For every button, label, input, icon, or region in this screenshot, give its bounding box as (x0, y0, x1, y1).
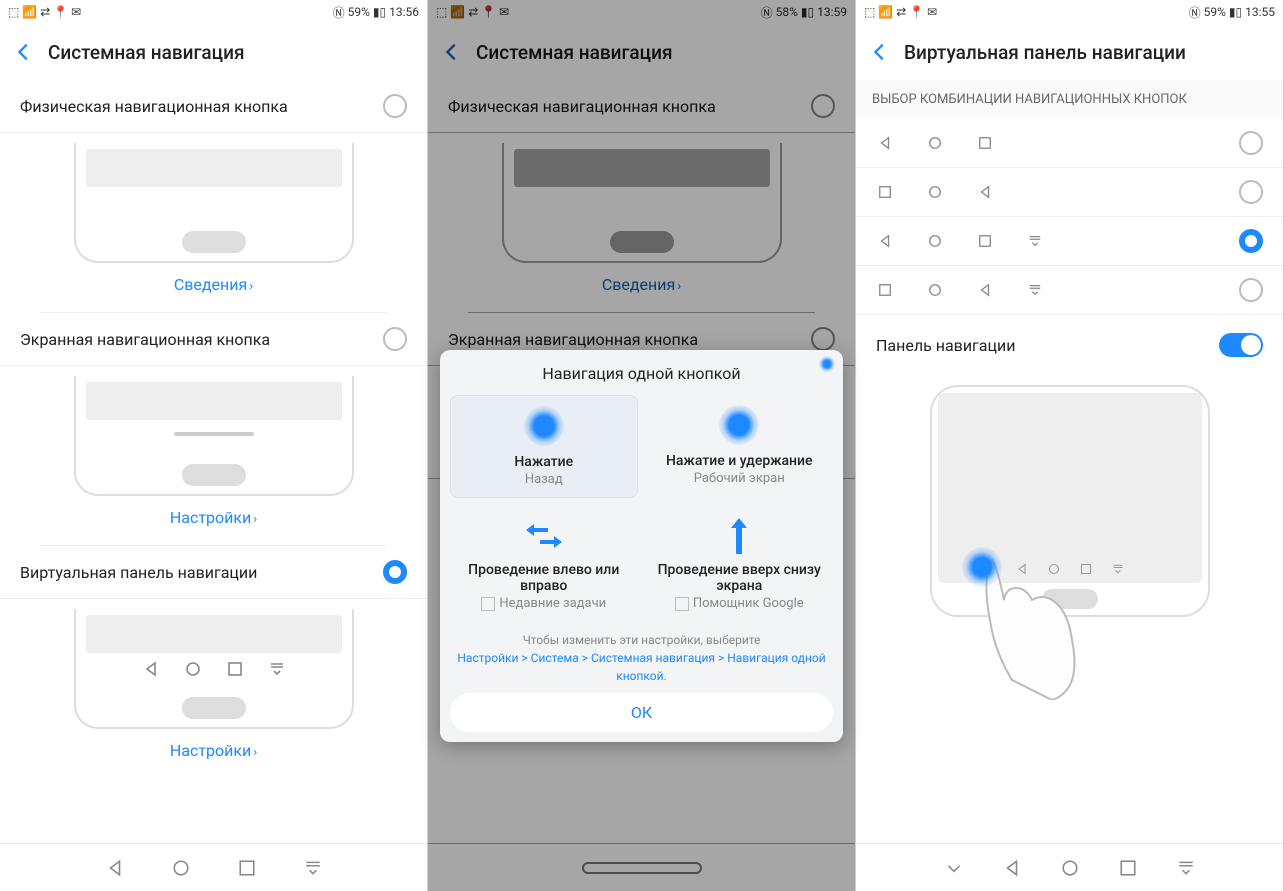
dropdown-nav-icon[interactable] (1177, 859, 1195, 877)
header: Системная навигация (0, 24, 427, 80)
recent-nav-icon (227, 661, 243, 677)
back-button[interactable] (12, 40, 36, 64)
radio-unselected[interactable] (383, 94, 407, 118)
status-bar: ⬚ 📶 ⇄ 📍 ✉ Ⓝ 59% ▮▯ 13:55 (856, 0, 1283, 24)
radio-selected[interactable] (383, 560, 407, 584)
settings-link[interactable]: Настройки› (40, 729, 387, 778)
radio-selected[interactable] (1239, 229, 1263, 253)
nfc-icon: Ⓝ (333, 4, 345, 21)
radio-unselected[interactable] (1239, 131, 1263, 155)
page-title: Системная навигация (48, 41, 244, 64)
option-physical-nav[interactable]: Физическая навигационная кнопка (0, 80, 427, 133)
section-header: ВЫБОР КОМБИНАЦИИ НАВИГАЦИОННЫХ КНОПОК (856, 80, 1283, 119)
recent-nav-icon[interactable] (1119, 859, 1137, 877)
content: Физическая навигационная кнопка Сведения… (0, 80, 427, 843)
radio-unselected[interactable] (383, 327, 407, 351)
settings-link[interactable]: Настройки› (40, 496, 387, 546)
content: Панель навигации (856, 119, 1283, 843)
system-nav-bar (0, 843, 427, 891)
battery-icon: ▮▯ (373, 5, 386, 19)
nav-panel-toggle-row: Панель навигации (856, 315, 1283, 375)
combo-row-3[interactable] (856, 217, 1283, 266)
gesture-hold: Нажатие и удержание Рабочий экран (646, 395, 834, 498)
time: 13:56 (389, 5, 419, 19)
toggle-label: Панель навигации (876, 336, 1015, 355)
dropdown-nav-icon[interactable] (304, 859, 322, 877)
arrow-up-icon (719, 516, 759, 556)
option-label: Экранная навигационная кнопка (20, 330, 270, 349)
status-right: Ⓝ 59% ▮▯ 13:56 (333, 4, 419, 21)
dropdown-nav-icon (269, 661, 285, 677)
gesture-swipe-up: Проведение вверх снизу экрана Помощник G… (646, 506, 834, 621)
gesture-swipe-lr: Проведение влево или вправо Недавние зад… (450, 506, 638, 621)
option-label: Виртуальная панель навигации (20, 563, 257, 582)
dialog-note: Чтобы изменить эти настройки, выберите Н… (456, 631, 827, 685)
screen-3: ⬚ 📶 ⇄ 📍 ✉ Ⓝ 59% ▮▯ 13:55 Виртуальная пан… (856, 0, 1284, 891)
home-nav-icon[interactable] (1061, 859, 1079, 877)
back-nav-icon (143, 661, 159, 677)
combo-row-2[interactable] (856, 168, 1283, 217)
nfc-icon: Ⓝ (1189, 4, 1201, 21)
battery-pct: 59% (348, 5, 370, 19)
dialog-title: Навигация одной кнопкой (450, 364, 833, 383)
one-button-nav-dialog: Навигация одной кнопкой Нажатие Назад На… (440, 350, 843, 742)
screen-1: ⬚ 📶 ⇄ 📍 ✉ Ⓝ 59% ▮▯ 13:56 Системная навиг… (0, 0, 428, 891)
ok-button[interactable]: ОК (450, 693, 833, 732)
chevron-down-icon[interactable] (945, 859, 963, 877)
preview-onscreen: Настройки› (0, 366, 427, 546)
home-nav-icon (185, 661, 201, 677)
battery-icon: ▮▯ (1229, 5, 1242, 19)
status-left: ⬚ 📶 ⇄ 📍 ✉ (8, 5, 81, 19)
pulse-icon (524, 406, 564, 446)
indicator-dot (819, 356, 835, 372)
status-bar: ⬚ 📶 ⇄ 📍 ✉ Ⓝ 59% ▮▯ 13:56 (0, 0, 427, 24)
header: Виртуальная панель навигации (856, 24, 1283, 80)
combo-row-1[interactable] (856, 119, 1283, 168)
home-nav-icon[interactable] (172, 859, 190, 877)
combo-row-4[interactable] (856, 266, 1283, 315)
option-onscreen-nav[interactable]: Экранная навигационная кнопка (0, 313, 427, 366)
touch-indicator (962, 547, 1002, 587)
preview-physical: Сведения› (0, 133, 427, 313)
preview-virtual: Настройки› (0, 599, 427, 778)
swap-horizontal-icon (524, 516, 564, 556)
battery-pct: 59% (1204, 5, 1226, 19)
gesture-tap: Нажатие Назад (450, 395, 638, 498)
page-title: Виртуальная панель навигации (904, 41, 1186, 64)
option-label: Физическая навигационная кнопка (20, 97, 288, 116)
radio-unselected[interactable] (1239, 278, 1263, 302)
finger-preview (856, 375, 1283, 627)
system-nav-bar (856, 843, 1283, 891)
recent-nav-icon[interactable] (238, 859, 256, 877)
screen-2: ⬚ 📶 ⇄ 📍 ✉ Ⓝ 58% ▮▯ 13:59 Системная навиг… (428, 0, 856, 891)
time: 13:55 (1245, 5, 1275, 19)
back-button[interactable] (868, 40, 892, 64)
details-link[interactable]: Сведения› (40, 263, 387, 313)
option-virtual-nav[interactable]: Виртуальная панель навигации (0, 546, 427, 599)
back-nav-icon[interactable] (1003, 859, 1021, 877)
pulse-icon (719, 405, 759, 445)
nav-panel-toggle[interactable] (1219, 333, 1263, 357)
back-nav-icon[interactable] (106, 859, 124, 877)
radio-unselected[interactable] (1239, 180, 1263, 204)
